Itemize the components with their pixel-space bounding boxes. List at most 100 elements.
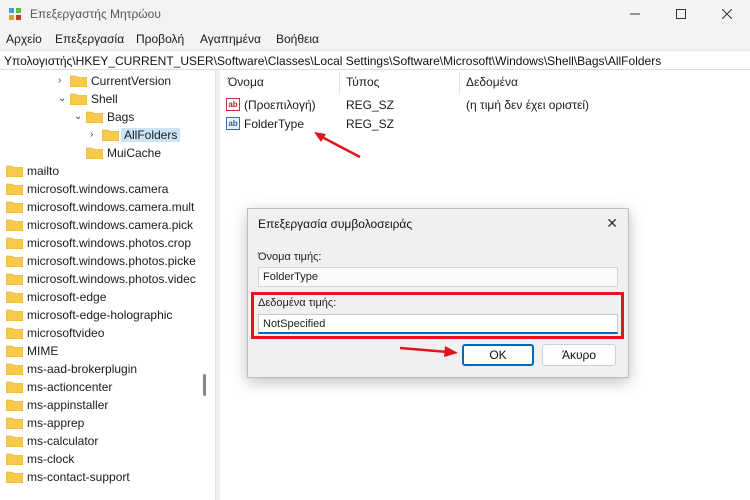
tree-item-label: microsoft.windows.camera.pick <box>27 218 194 232</box>
tree-item-label: ms-appinstaller <box>27 398 109 412</box>
address-bar[interactable]: Υπολογιστής\HKEY_CURRENT_USER\Software\C… <box>0 50 750 70</box>
tree-scrollbar-thumb[interactable] <box>203 374 206 396</box>
tree-item[interactable]: microsoft.windows.camera <box>0 180 215 198</box>
value-data: (η τιμή δεν έχει οριστεί) <box>466 98 590 112</box>
annotation-highlight-box <box>251 292 624 339</box>
tree-item-label: microsoft.windows.photos.crop <box>27 236 192 250</box>
folder-icon <box>6 273 23 285</box>
tree-item[interactable]: ms-contact-support <box>0 468 215 486</box>
folder-icon <box>6 255 23 267</box>
tree-item[interactable]: microsoft.windows.photos.crop <box>0 234 215 252</box>
tree-item-label: microsoftvideo <box>27 326 105 340</box>
tree-item[interactable]: microsoft.windows.photos.picke <box>0 252 215 270</box>
value-row-foldertype[interactable]: ab FolderType REG_SZ <box>226 116 746 134</box>
chevron-right-icon[interactable]: › <box>90 129 100 141</box>
folder-icon <box>6 471 23 483</box>
column-header-data[interactable]: Δεδομένα <box>466 75 518 93</box>
tree-item[interactable]: ms-calculator <box>0 432 215 450</box>
tree-item-label: ms-aad-brokerplugin <box>27 362 138 376</box>
tree-item[interactable]: MIME <box>0 342 215 360</box>
tree-item-bags[interactable]: ⌄ Bags <box>0 108 215 126</box>
maximize-icon <box>676 9 686 19</box>
regedit-icon <box>9 8 21 20</box>
maximize-button[interactable] <box>658 0 704 28</box>
tree-item-shell[interactable]: ⌄ Shell <box>0 90 215 108</box>
tree-item[interactable]: ms-clock <box>0 450 215 468</box>
tree-item[interactable]: ms-appinstaller <box>0 396 215 414</box>
folder-icon <box>6 165 23 177</box>
chevron-down-icon[interactable]: ⌄ <box>74 111 84 123</box>
menu-edit[interactable]: Επεξεργασία <box>55 32 124 46</box>
tree-item-label: microsoft.windows.camera.mult <box>27 200 195 214</box>
column-header-name[interactable]: Όνομα <box>228 75 264 93</box>
chevron-down-icon[interactable]: ⌄ <box>58 93 68 105</box>
tree-item[interactable]: microsoft.windows.camera.mult <box>0 198 215 216</box>
tree-item[interactable]: microsoftvideo <box>0 324 215 342</box>
chevron-right-icon[interactable]: › <box>58 75 68 87</box>
column-divider[interactable] <box>339 72 340 94</box>
tree-item-label: MIME <box>27 344 59 358</box>
folder-icon <box>86 147 103 159</box>
tree-item[interactable]: ms-apprep <box>0 414 215 432</box>
folder-icon <box>6 237 23 249</box>
close-icon <box>722 9 732 19</box>
ok-button[interactable]: OK <box>462 344 534 366</box>
folder-icon <box>6 399 23 411</box>
folder-icon <box>70 93 87 105</box>
string-value-icon: ab <box>226 117 240 130</box>
value-row-default[interactable]: ab (Προεπιλογή) REG_SZ (η τιμή δεν έχει … <box>226 97 746 115</box>
folder-icon <box>6 381 23 393</box>
string-value-icon: ab <box>226 98 240 111</box>
tree-item[interactable]: ms-actioncenter <box>0 378 215 396</box>
tree-item-label: microsoft.windows.camera <box>27 182 169 196</box>
column-divider[interactable] <box>459 72 460 94</box>
tree-item[interactable]: microsoft.windows.camera.pick <box>0 216 215 234</box>
menu-favorites[interactable]: Αγαπημένα <box>200 32 261 46</box>
folder-icon <box>6 453 23 465</box>
tree-item[interactable]: microsoft.windows.photos.videc <box>0 270 215 288</box>
folder-icon <box>6 201 23 213</box>
tree-item-label: ms-actioncenter <box>27 380 113 394</box>
value-type: REG_SZ <box>346 98 395 112</box>
tree-item[interactable]: microsoft-edge-holographic <box>0 306 215 324</box>
tree-item-label: ms-calculator <box>27 434 99 448</box>
folder-icon <box>6 417 23 429</box>
menu-help[interactable]: Βοήθεια <box>276 32 319 46</box>
tree-item[interactable]: mailto <box>0 162 215 180</box>
tree-item-label: mailto <box>27 164 60 178</box>
window-title: Επεξεργαστής Μητρώου <box>30 7 161 21</box>
column-header-type[interactable]: Τύπος <box>346 75 379 93</box>
menu-view[interactable]: Προβολή <box>136 32 184 46</box>
cancel-button[interactable]: Άκυρο <box>542 344 616 366</box>
tree-item-label: Shell <box>91 92 118 106</box>
tree-item[interactable]: microsoft-edge <box>0 288 215 306</box>
value-name-field[interactable]: FolderType <box>258 267 618 287</box>
value-name-label: Όνομα τιμής: <box>258 251 322 263</box>
folder-icon <box>6 327 23 339</box>
tree-item-label: microsoft-edge-holographic <box>27 308 173 322</box>
tree-item-label: ms-clock <box>27 452 75 466</box>
title-bar: Επεξεργαστής Μητρώου <box>0 0 750 28</box>
tree-item-muicache[interactable]: MuiCache <box>0 144 215 162</box>
tree-item-label: ms-apprep <box>27 416 85 430</box>
tree-item-label: microsoft.windows.photos.videc <box>27 272 196 286</box>
minimize-button[interactable] <box>612 0 658 28</box>
folder-icon <box>86 111 103 123</box>
tree-item-allfolders[interactable]: › AllFolders <box>0 126 215 144</box>
menu-file[interactable]: Αρχείο <box>6 32 42 46</box>
folder-icon <box>6 363 23 375</box>
folder-icon <box>6 183 23 195</box>
tree-item-label: CurrentVersion <box>91 74 172 88</box>
annotation-arrow-icon <box>399 346 458 357</box>
tree-item-currentversion[interactable]: › CurrentVersion <box>0 72 215 90</box>
folder-icon <box>6 435 23 447</box>
folder-icon <box>102 129 119 141</box>
minimize-icon <box>630 13 640 15</box>
dialog-close-icon[interactable]: ✕ <box>606 215 618 232</box>
close-button[interactable] <box>704 0 750 28</box>
tree-item-label: MuiCache <box>107 146 162 160</box>
annotation-arrow-icon <box>314 132 361 159</box>
tree-item[interactable]: ms-aad-brokerplugin <box>0 360 215 378</box>
tree-item-label: microsoft-edge <box>27 290 107 304</box>
key-tree[interactable]: › CurrentVersion ⌄ Shell ⌄ Bags › AllFol… <box>0 70 215 500</box>
